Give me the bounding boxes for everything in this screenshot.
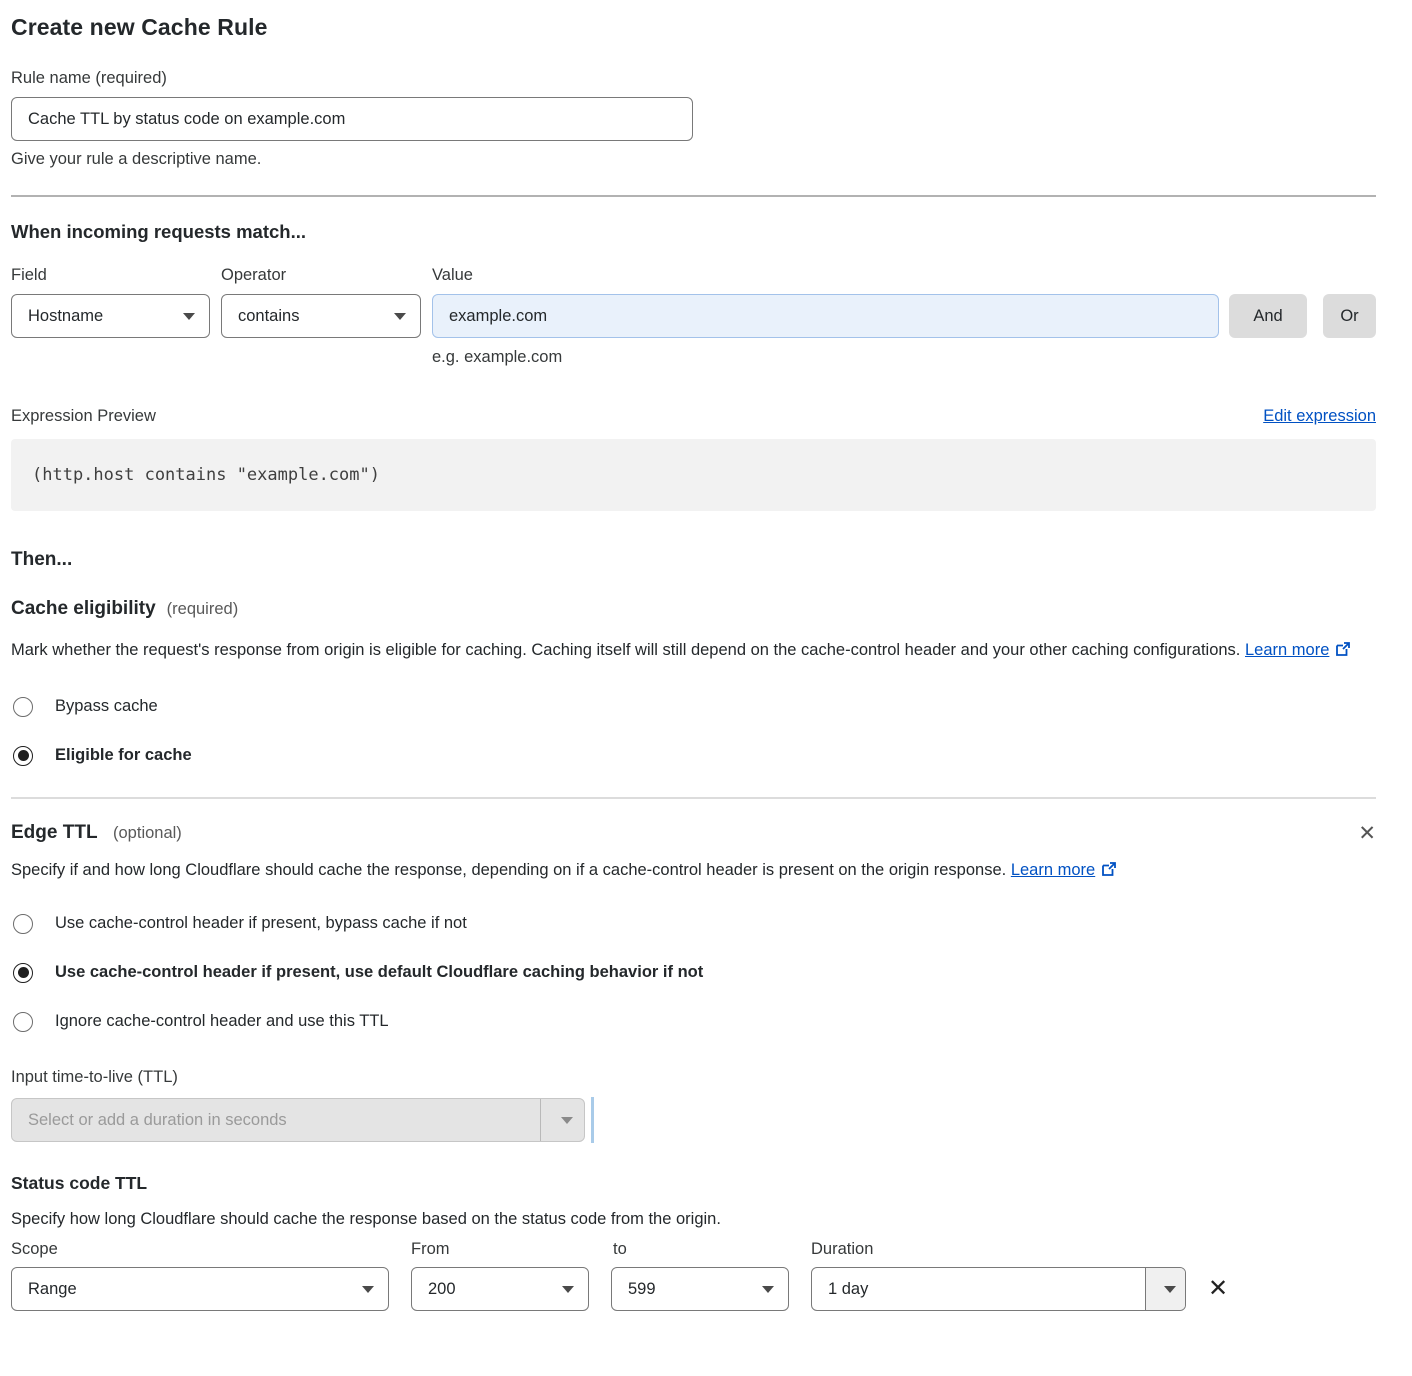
- match-labels-row: Field Operator Value: [11, 266, 1376, 285]
- duration-label: Duration: [811, 1240, 873, 1259]
- field-select-value: Hostname: [28, 307, 103, 326]
- cache-eligibility-description: Mark whether the request's response from…: [11, 636, 1363, 666]
- chevron-down-icon: [762, 1286, 774, 1293]
- chevron-down-icon: [561, 1117, 573, 1124]
- chevron-down-icon: [183, 313, 195, 320]
- radio-option-eligible-for-cache[interactable]: Eligible for cache: [11, 731, 1376, 780]
- radio-option-ignore-header-use-ttl[interactable]: Ignore cache-control header and use this…: [11, 997, 1376, 1046]
- radio-label: Use cache-control header if present, byp…: [55, 914, 467, 933]
- optional-tag: (optional): [113, 824, 182, 842]
- ttl-input-caret: [591, 1097, 594, 1143]
- edge-ttl-description: Specify if and how long Cloudflare shoul…: [11, 856, 1121, 886]
- radio-option-default-if-no-header[interactable]: Use cache-control header if present, use…: [11, 948, 1376, 997]
- expression-preview-label: Expression Preview: [11, 407, 156, 426]
- section-divider: [11, 797, 1376, 799]
- duration-select-value: 1 day: [812, 1268, 1145, 1310]
- radio-checked-icon[interactable]: [13, 963, 33, 983]
- operator-select[interactable]: contains: [221, 294, 421, 338]
- value-help: e.g. example.com: [432, 348, 1376, 367]
- match-heading: When incoming requests match...: [11, 221, 1376, 243]
- edge-ttl-heading-row: Edge TTL (optional) ✕: [11, 822, 1376, 844]
- radio-label: Bypass cache: [55, 697, 158, 716]
- radio-checked-icon[interactable]: [13, 746, 33, 766]
- cache-eligibility-learn-more-link[interactable]: Learn more: [1245, 641, 1329, 659]
- radio-option-bypass-cache[interactable]: Bypass cache: [11, 682, 1376, 731]
- rule-name-label: Rule name (required): [11, 69, 1376, 88]
- edge-ttl-learn-more-link[interactable]: Learn more: [1011, 861, 1095, 879]
- or-button[interactable]: Or: [1323, 294, 1376, 338]
- field-label: Field: [11, 266, 221, 285]
- ttl-input-label: Input time-to-live (TTL): [11, 1068, 1376, 1087]
- from-select[interactable]: 200: [411, 1267, 589, 1311]
- field-select[interactable]: Hostname: [11, 294, 210, 338]
- expression-code-block: (http.host contains "example.com"): [11, 439, 1376, 511]
- operator-label: Operator: [221, 266, 432, 285]
- remove-rule-icon[interactable]: ✕: [1208, 1277, 1228, 1301]
- radio-option-bypass-if-no-header[interactable]: Use cache-control header if present, byp…: [11, 899, 1376, 948]
- ttl-dropdown-button[interactable]: [540, 1099, 584, 1141]
- close-icon[interactable]: ✕: [1358, 823, 1376, 844]
- value-label: Value: [432, 266, 1376, 285]
- status-code-labels-row: Scope From to Duration: [11, 1240, 1376, 1259]
- chevron-down-icon: [362, 1286, 374, 1293]
- required-tag: (required): [167, 600, 239, 619]
- cache-eligibility-heading-row: Cache eligibility (required): [11, 598, 1376, 620]
- match-controls-row: Hostname contains And Or: [11, 294, 1376, 338]
- chevron-down-icon: [394, 313, 406, 320]
- ttl-duration-select[interactable]: Select or add a duration in seconds: [11, 1098, 585, 1142]
- page-title: Create new Cache Rule: [11, 14, 1376, 41]
- status-code-controls-row: Range 200 599 1 day ✕: [11, 1267, 1376, 1311]
- ttl-input-row: Select or add a duration in seconds: [11, 1097, 1376, 1143]
- external-link-icon: [1101, 858, 1117, 886]
- scope-select[interactable]: Range: [11, 1267, 389, 1311]
- rule-name-input[interactable]: [11, 97, 693, 141]
- chevron-down-icon: [1164, 1286, 1176, 1293]
- section-divider: [11, 195, 1376, 197]
- to-label: to: [613, 1240, 811, 1259]
- edit-expression-link[interactable]: Edit expression: [1263, 407, 1376, 426]
- cache-eligibility-description-text: Mark whether the request's response from…: [11, 641, 1240, 659]
- ttl-duration-placeholder: Select or add a duration in seconds: [12, 1099, 540, 1141]
- radio-unchecked-icon[interactable]: [13, 914, 33, 934]
- status-code-ttl-heading: Status code TTL: [11, 1173, 1376, 1194]
- scope-select-value: Range: [28, 1280, 77, 1299]
- radio-label: Eligible for cache: [55, 746, 192, 765]
- radio-unchecked-icon[interactable]: [13, 1012, 33, 1032]
- radio-label: Use cache-control header if present, use…: [55, 963, 703, 982]
- and-button[interactable]: And: [1229, 294, 1307, 338]
- to-select[interactable]: 599: [611, 1267, 789, 1311]
- from-label: From: [411, 1240, 613, 1259]
- value-input[interactable]: [432, 294, 1219, 338]
- external-link-icon: [1335, 638, 1351, 666]
- cache-eligibility-heading: Cache eligibility: [11, 598, 156, 620]
- radio-unchecked-icon[interactable]: [13, 697, 33, 717]
- rule-name-help: Give your rule a descriptive name.: [11, 150, 1376, 169]
- expression-row: Expression Preview Edit expression: [11, 407, 1376, 426]
- chevron-down-icon: [562, 1286, 574, 1293]
- operator-select-value: contains: [238, 307, 299, 326]
- edge-ttl-heading: Edge TTL: [11, 822, 98, 843]
- then-heading: Then...: [11, 549, 1376, 571]
- duration-select[interactable]: 1 day: [811, 1267, 1186, 1311]
- edge-ttl-description-text: Specify if and how long Cloudflare shoul…: [11, 861, 1006, 879]
- scope-label: Scope: [11, 1240, 411, 1259]
- radio-label: Ignore cache-control header and use this…: [55, 1012, 389, 1031]
- duration-dropdown-button[interactable]: [1145, 1268, 1185, 1310]
- to-select-value: 599: [628, 1280, 656, 1299]
- from-select-value: 200: [428, 1280, 456, 1299]
- expression-code: (http.host contains "example.com"): [32, 465, 380, 485]
- edge-ttl-options: Use cache-control header if present, byp…: [11, 899, 1376, 1046]
- status-code-ttl-description: Specify how long Cloudflare should cache…: [11, 1210, 1376, 1229]
- cache-eligibility-options: Bypass cache Eligible for cache: [11, 682, 1376, 780]
